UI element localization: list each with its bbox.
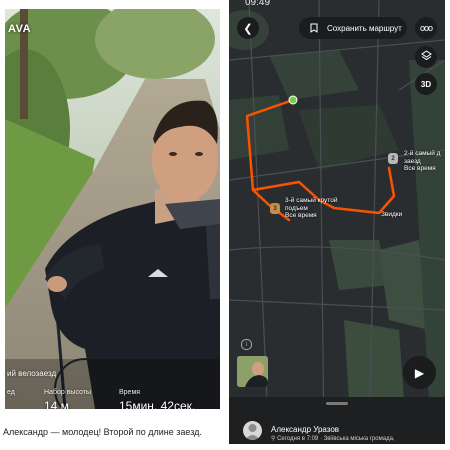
play-icon: ▶ [414, 365, 425, 380]
segment-medal-icon: 3 [270, 203, 280, 214]
activity-photo[interactable]: AVA ий велозаезд ед Набор высоты 14 м Вр… [5, 9, 220, 409]
segment-title: 3-й самый крутой [285, 197, 338, 204]
elevation-label: Набор высоты [44, 389, 91, 396]
segment-label-longest-ride[interactable]: 2-й самый д заезд Все время [404, 150, 440, 173]
info-icon[interactable]: i [241, 339, 252, 350]
activity-type: ий велозаезд [7, 369, 57, 378]
3d-toggle-button[interactable]: 3D [415, 73, 437, 95]
bookmark-icon [307, 23, 321, 33]
segment-title: 2-й самый д [404, 150, 441, 157]
athlete-name[interactable]: Александр Уразов [271, 425, 339, 434]
segment-title-cont: подъем [285, 204, 308, 212]
photo-illustration [5, 9, 220, 409]
sheet-drag-handle[interactable] [326, 402, 348, 405]
bike-icon: ⚲ [271, 436, 276, 442]
app-brand-logo: AVA [8, 23, 32, 35]
activity-caption: Александр — молодец! Второй по длине зае… [3, 427, 202, 437]
save-route-label: Сохранить маршрут [327, 23, 402, 33]
segment-medal-icon: 2 [388, 153, 398, 164]
segment-title-cont: заезд [404, 157, 421, 165]
time-value: 15мин. 42сек. [119, 399, 196, 409]
play-flyover-button[interactable]: ▶ [403, 356, 436, 389]
segment-label-zvidky[interactable]: Звидки [381, 211, 402, 219]
chevron-left-icon: ❮ [243, 22, 253, 35]
start-marker [288, 95, 298, 105]
elevation-value: 14 м [44, 399, 69, 409]
segment-period: Все время [404, 165, 436, 172]
layers-button[interactable] [415, 46, 437, 68]
more-dots-icon: ooo [419, 23, 433, 33]
segment-label-steepest-climb[interactable]: 3-й самый крутой подъем Все время [285, 197, 337, 220]
layers-icon [420, 50, 432, 64]
activity-photo-thumbnail[interactable] [237, 356, 268, 387]
avatar[interactable] [243, 421, 262, 440]
segment-period: Все время [285, 212, 317, 219]
route-map-screen: 09:49 ❮ Сохранить маршрут ooo 3D 3 3-й с… [229, 0, 445, 444]
status-bar-time: 09:49 [245, 0, 271, 8]
distance-label: ед [7, 389, 15, 396]
back-button[interactable]: ❮ [237, 17, 259, 39]
more-options-button[interactable]: ooo [415, 17, 437, 39]
activity-bottom-sheet[interactable]: Александр Уразов ⚲ Сегодня в 7:09 · Звії… [229, 397, 445, 444]
save-route-button[interactable]: Сохранить маршрут [299, 17, 407, 39]
time-label: Время [119, 389, 141, 396]
activity-meta: ⚲ Сегодня в 7:09 · Звіївська міська гром… [271, 435, 395, 442]
activity-meta-text: Сегодня в 7:09 · Звіївська міська громад… [277, 436, 395, 442]
